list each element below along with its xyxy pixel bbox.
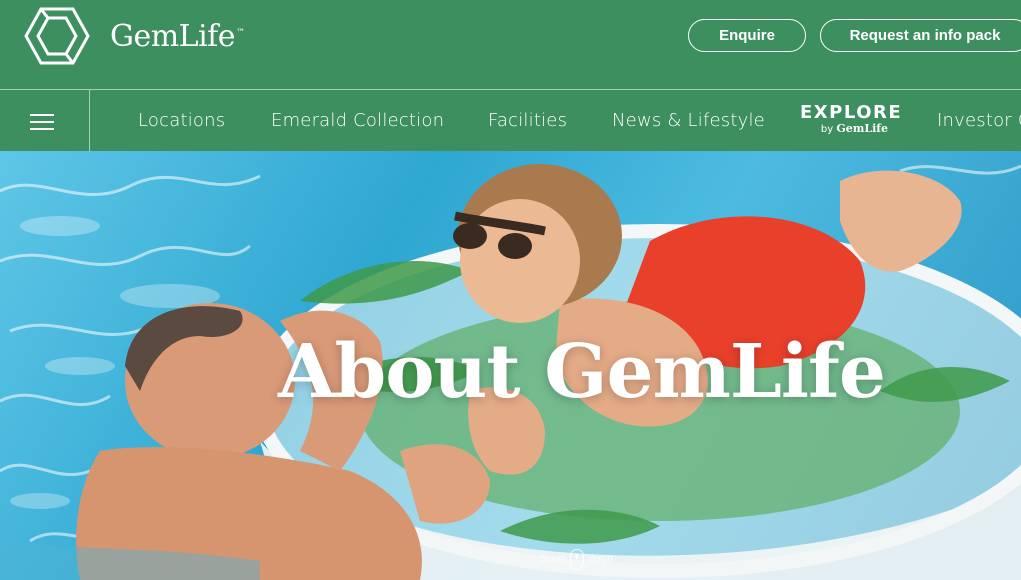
- scroll-label-left: Scroll: [540, 553, 566, 565]
- top-header: GemLife™ Enquire Request an info pack: [0, 0, 1021, 89]
- nav-item-locations[interactable]: Locations: [138, 90, 225, 151]
- hamburger-icon: [29, 112, 54, 130]
- nav-item-investor[interactable]: Investor C: [937, 90, 1021, 151]
- brand-name: GemLife™: [110, 18, 245, 54]
- enquire-button[interactable]: Enquire: [688, 19, 806, 52]
- main-nav: Locations Emerald Collection Facilities …: [0, 89, 1021, 151]
- nav-item-facilities[interactable]: Facilities: [488, 90, 567, 151]
- trademark-symbol: ™: [236, 27, 245, 38]
- scroll-down-indicator[interactable]: Scroll down: [540, 548, 613, 570]
- scroll-label-right: down: [589, 553, 613, 565]
- mouse-scroll-icon: [570, 548, 585, 570]
- nav-item-emerald-collection[interactable]: Emerald Collection: [271, 90, 444, 151]
- request-info-pack-button[interactable]: Request an info pack: [820, 19, 1021, 52]
- explore-by-gemlife-link[interactable]: EXPLORE by GemLife: [800, 102, 903, 139]
- hero-title: About GemLife: [278, 329, 886, 415]
- nav-item-news-lifestyle[interactable]: News & Lifestyle: [612, 90, 765, 151]
- explore-subtitle: by GemLife: [820, 122, 888, 135]
- explore-title: EXPLORE: [800, 102, 903, 123]
- menu-toggle-button[interactable]: [0, 90, 90, 151]
- gemlife-hexagon-logo-icon: [24, 7, 90, 65]
- brand-logo[interactable]: GemLife™: [24, 6, 245, 66]
- hero-banner: About GemLife Scroll down: [0, 151, 1021, 580]
